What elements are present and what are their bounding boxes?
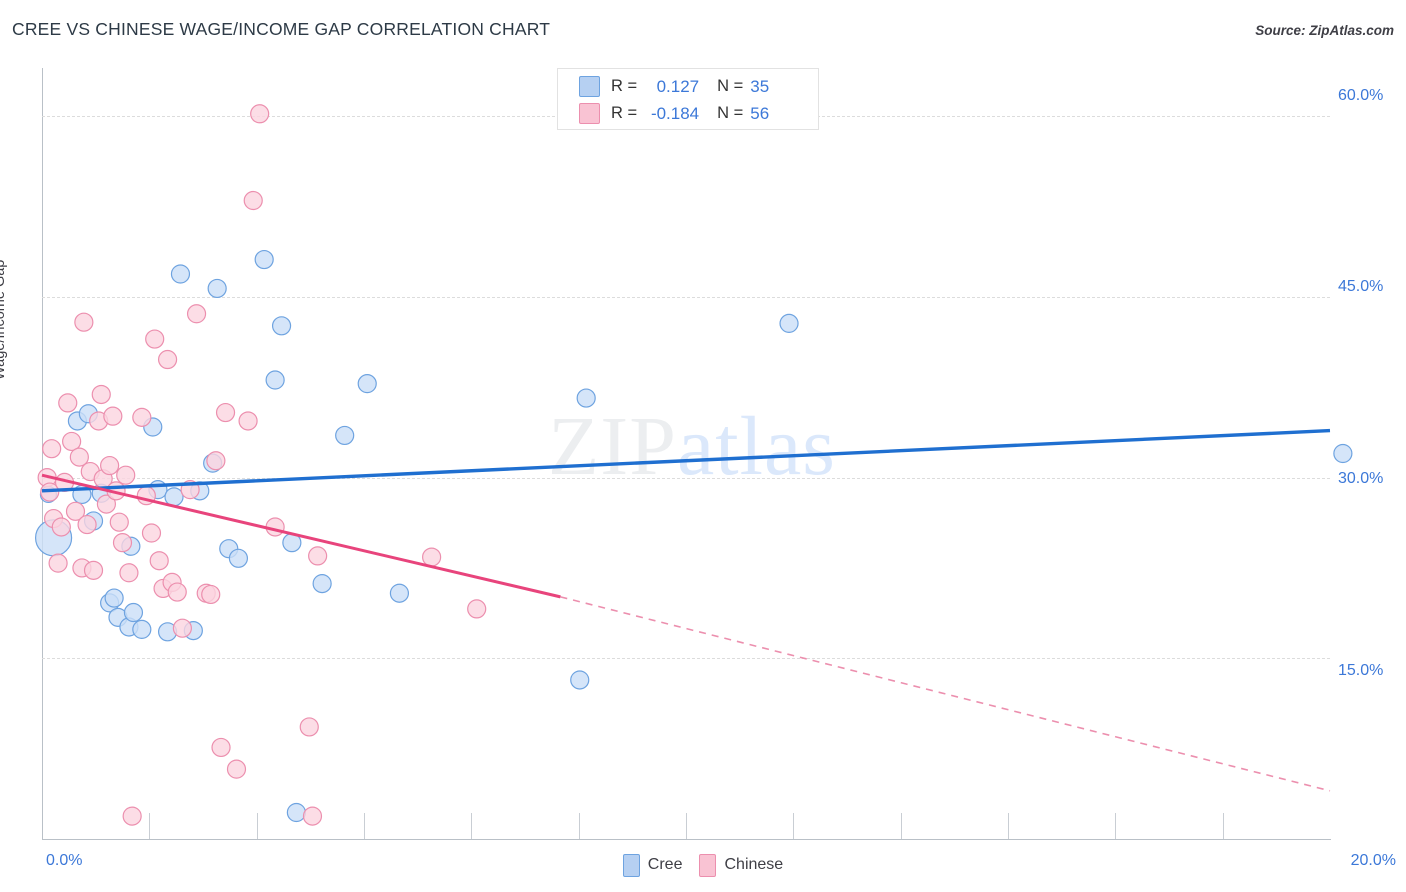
legend-label-chinese: Chinese bbox=[724, 856, 784, 873]
x-tick-10 bbox=[1115, 813, 1117, 839]
series-legend: Cree Chinese bbox=[0, 850, 1406, 880]
legend-swatch-chinese bbox=[579, 103, 600, 124]
x-tick-11 bbox=[1222, 813, 1224, 839]
x-tick-6 bbox=[686, 813, 687, 839]
legend-swatch-cree bbox=[579, 76, 600, 97]
page-title: CREE VS CHINESE WAGE/INCOME GAP CORRELAT… bbox=[12, 19, 551, 39]
n-value-chinese: 56 bbox=[750, 103, 770, 123]
x-tick-1 bbox=[149, 813, 151, 839]
legend-item-chinese[interactable]: Chinese bbox=[699, 853, 784, 877]
data-point-cree bbox=[1333, 443, 1353, 464]
y-tick-label-45: 45.0% bbox=[1338, 278, 1384, 295]
legend-label-cree: Cree bbox=[647, 856, 683, 873]
r-label-chinese: R = bbox=[611, 104, 638, 122]
legend-color-box-chinese bbox=[699, 853, 717, 877]
n-value-cree: 35 bbox=[750, 76, 770, 96]
y-tick-label-15: 15.0% bbox=[1338, 662, 1384, 679]
x-tick-2 bbox=[256, 813, 258, 839]
x-tick-5 bbox=[578, 813, 580, 839]
x-axis-line bbox=[42, 839, 1331, 840]
r-value-cree: 0.127 bbox=[656, 76, 700, 96]
r-value-chinese: -0.184 bbox=[650, 103, 700, 123]
chart-header: CREE VS CHINESE WAGE/INCOME GAP CORRELAT… bbox=[0, 0, 1406, 56]
y-tick-label-30: 30.0% bbox=[1338, 470, 1384, 487]
n-label-cree: N = bbox=[717, 77, 744, 95]
legend-color-box-cree bbox=[622, 853, 640, 877]
correlation-row-chinese: R = -0.184 N = 56 bbox=[558, 100, 820, 127]
n-label-chinese: N = bbox=[717, 104, 744, 122]
correlation-legend: R = 0.127 N = 35 R = -0.184 N = 56 bbox=[557, 68, 819, 130]
y-axis-line bbox=[42, 68, 43, 840]
x-tick-7 bbox=[793, 813, 795, 839]
x-tick-8 bbox=[900, 813, 902, 839]
x-tick-4 bbox=[471, 813, 473, 839]
y-tick-label-60: 60.0% bbox=[1338, 87, 1384, 104]
correlation-row-cree: R = 0.127 N = 35 bbox=[558, 73, 820, 100]
x-tick-9 bbox=[1008, 813, 1009, 839]
plot-area bbox=[42, 68, 1330, 840]
legend-item-cree[interactable]: Cree bbox=[622, 853, 683, 877]
x-tick-3 bbox=[364, 813, 365, 839]
y-axis-title: Wage/Income Gap bbox=[0, 259, 8, 380]
gridline-15.0 bbox=[42, 658, 1330, 660]
source-label: Source: ZipAtlas.com bbox=[1255, 23, 1394, 38]
gridline-45.0 bbox=[42, 296, 1330, 298]
r-label-cree: R = bbox=[611, 77, 638, 95]
gridline-30.0 bbox=[42, 477, 1330, 479]
